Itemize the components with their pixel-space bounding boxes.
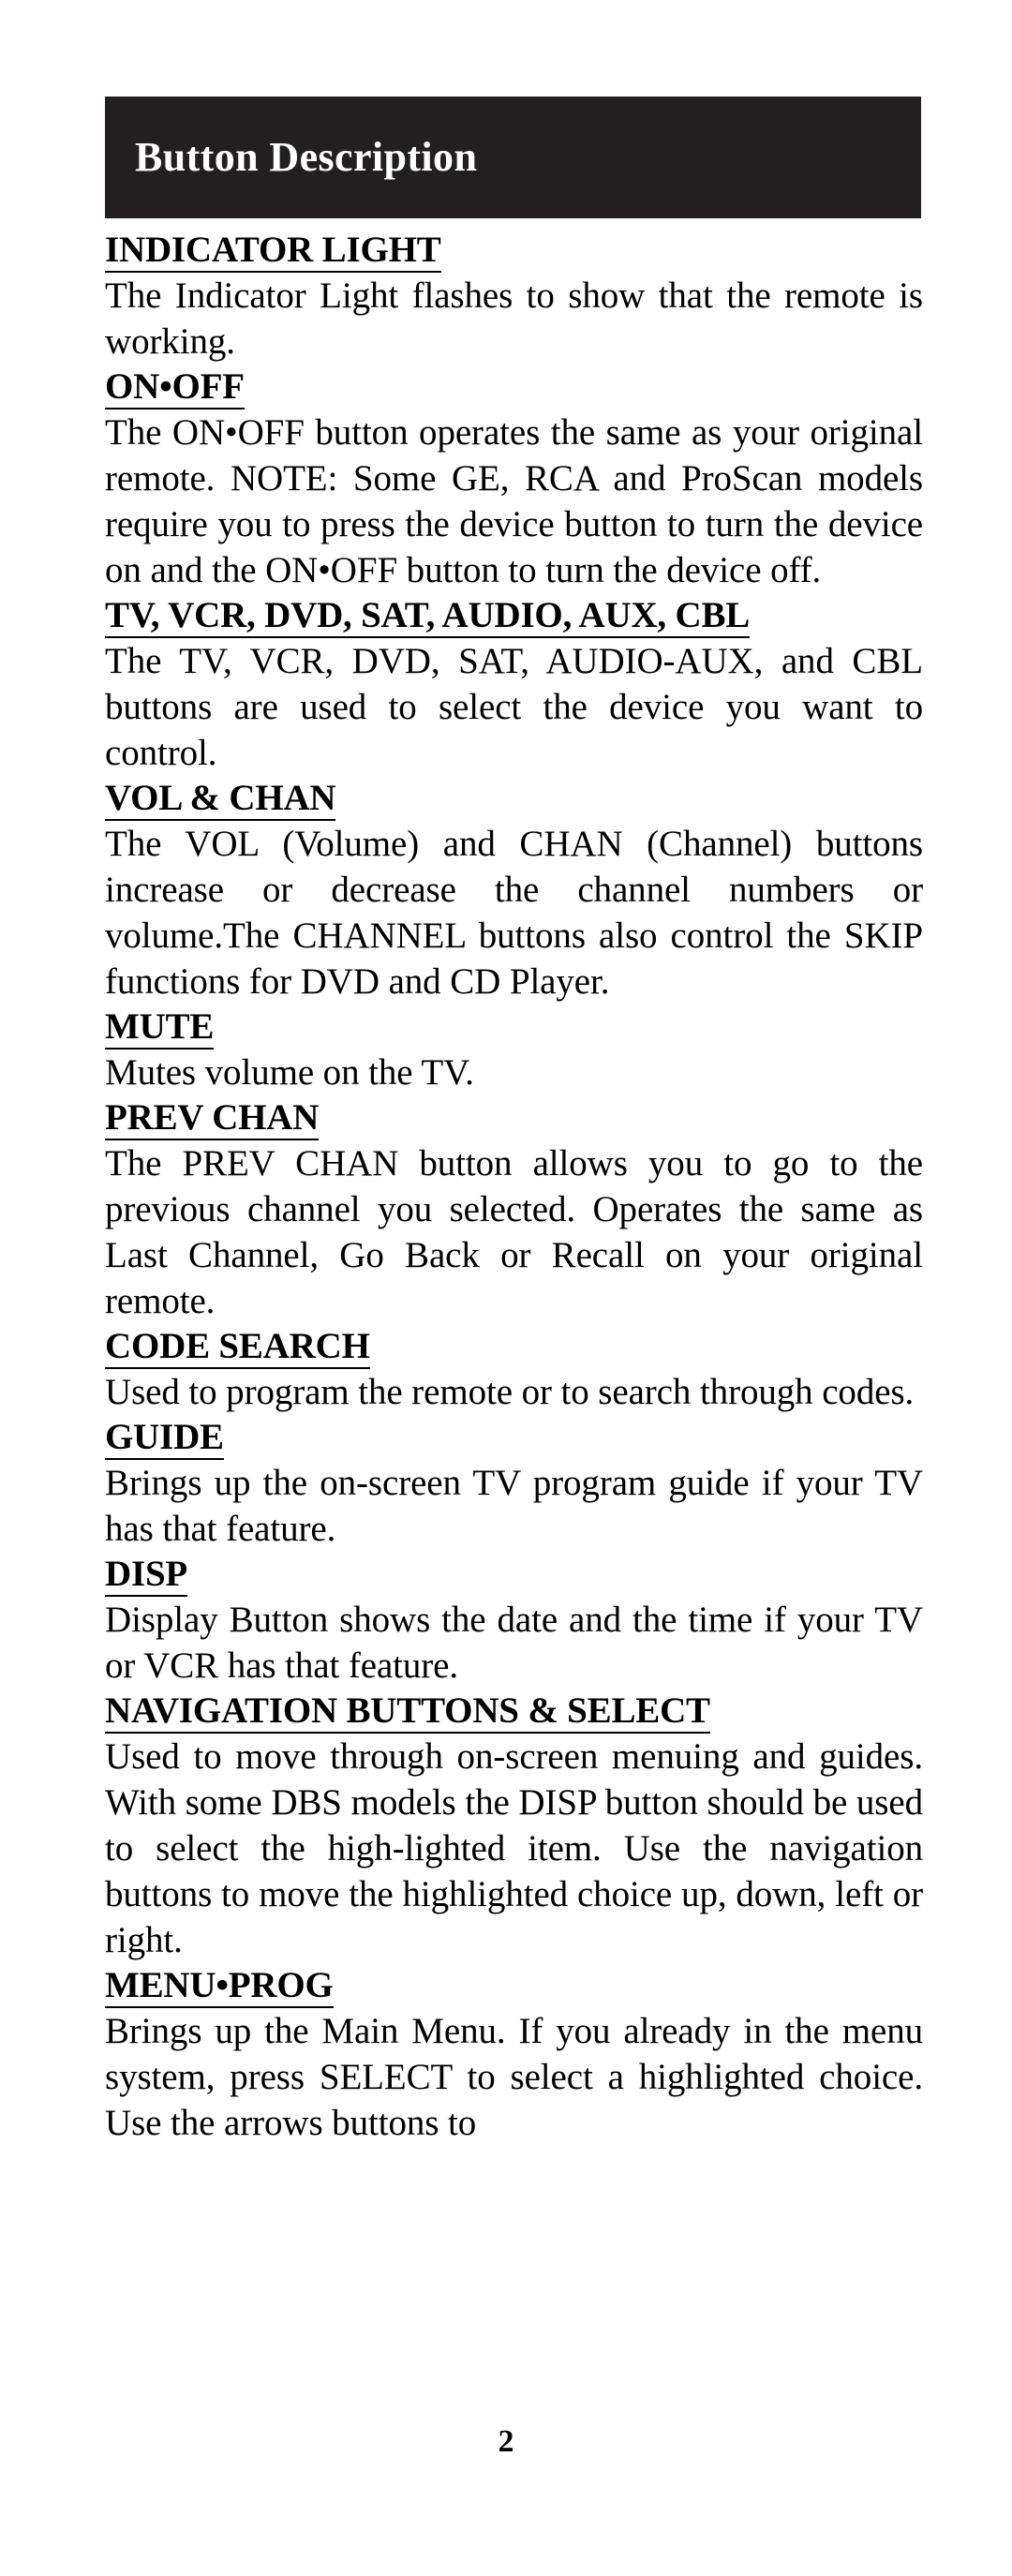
- section-heading: PREV CHAN: [105, 1095, 923, 1140]
- section-heading: VOL & CHAN: [105, 776, 923, 821]
- manual-page: Button Description INDICATOR LIGHT The I…: [0, 0, 1012, 2576]
- section-body: The VOL (Volume) and CHAN (Channel) butt…: [105, 824, 923, 1002]
- section-disp: DISP Display Button shows the date and t…: [105, 1552, 923, 1689]
- section-heading: TV, VCR, DVD, SAT, AUDIO, AUX, CBL: [105, 593, 923, 638]
- section-header-banner: Button Description: [105, 97, 921, 218]
- section-body: Mutes volume on the TV.: [105, 1052, 474, 1093]
- section-heading-text: MUTE: [105, 1006, 214, 1050]
- page-number: 2: [498, 2424, 514, 2459]
- section-heading-text: NAVIGATION BUTTONS & SELECT: [105, 1690, 710, 1734]
- section-heading: INDICATOR LIGHT: [105, 228, 923, 273]
- section-heading-text: ON•OFF: [105, 366, 245, 409]
- section-heading-text: TV, VCR, DVD, SAT, AUDIO, AUX, CBL: [105, 595, 750, 638]
- button-description-list: INDICATOR LIGHT The Indicator Light flas…: [105, 228, 923, 2146]
- section-heading-text: CODE SEARCH: [105, 1326, 370, 1369]
- section-code-search: CODE SEARCH Used to program the remote o…: [105, 1324, 923, 1415]
- section-indicator-light: INDICATOR LIGHT The Indicator Light flas…: [105, 228, 923, 365]
- section-heading-text: VOL & CHAN: [105, 778, 336, 821]
- section-heading: GUIDE: [105, 1415, 923, 1460]
- section-on-off: ON•OFF The ON•OFF button operates the sa…: [105, 365, 923, 593]
- section-body: Display Button shows the date and the ti…: [105, 1600, 923, 1686]
- section-menu-prog: MENU•PROG Brings up the Main Menu. If yo…: [105, 1963, 923, 2146]
- section-heading: MUTE: [105, 1005, 923, 1050]
- section-heading: CODE SEARCH: [105, 1324, 923, 1369]
- section-heading-text: MENU•PROG: [105, 1965, 334, 2008]
- section-body: Brings up the on-screen TV program guide…: [105, 1463, 923, 1549]
- section-body: Used to program the remote or to search …: [105, 1372, 915, 1412]
- section-heading-text: INDICATOR LIGHT: [105, 230, 441, 273]
- section-heading: DISP: [105, 1552, 923, 1597]
- section-body: The ON•OFF button operates the same as y…: [105, 412, 923, 590]
- section-heading-text: DISP: [105, 1554, 187, 1597]
- section-device-buttons: TV, VCR, DVD, SAT, AUDIO, AUX, CBL The T…: [105, 593, 923, 776]
- section-navigation-buttons: NAVIGATION BUTTONS & SELECT Used to move…: [105, 1689, 923, 1963]
- page-title: Button Description: [135, 133, 478, 180]
- section-body: The TV, VCR, DVD, SAT, AUDIO-AUX, and CB…: [105, 641, 923, 773]
- section-mute: MUTE Mutes volume on the TV.: [105, 1005, 923, 1095]
- section-heading-text: PREV CHAN: [105, 1097, 319, 1140]
- section-body: The Indicator Light flashes to show that…: [105, 275, 923, 362]
- section-vol-chan: VOL & CHAN The VOL (Volume) and CHAN (Ch…: [105, 776, 923, 1005]
- section-guide: GUIDE Brings up the on-screen TV program…: [105, 1415, 923, 1552]
- section-heading-text: GUIDE: [105, 1417, 224, 1460]
- section-heading: ON•OFF: [105, 365, 923, 409]
- section-heading: MENU•PROG: [105, 1963, 923, 2008]
- section-body: Brings up the Main Menu. If you already …: [105, 2011, 923, 2143]
- section-body: The PREV CHAN button allows you to go to…: [105, 1143, 923, 1321]
- section-body: Used to move through on-screen menuing a…: [105, 1736, 923, 1960]
- section-heading: NAVIGATION BUTTONS & SELECT: [105, 1689, 923, 1734]
- section-prev-chan: PREV CHAN The PREV CHAN button allows yo…: [105, 1095, 923, 1324]
